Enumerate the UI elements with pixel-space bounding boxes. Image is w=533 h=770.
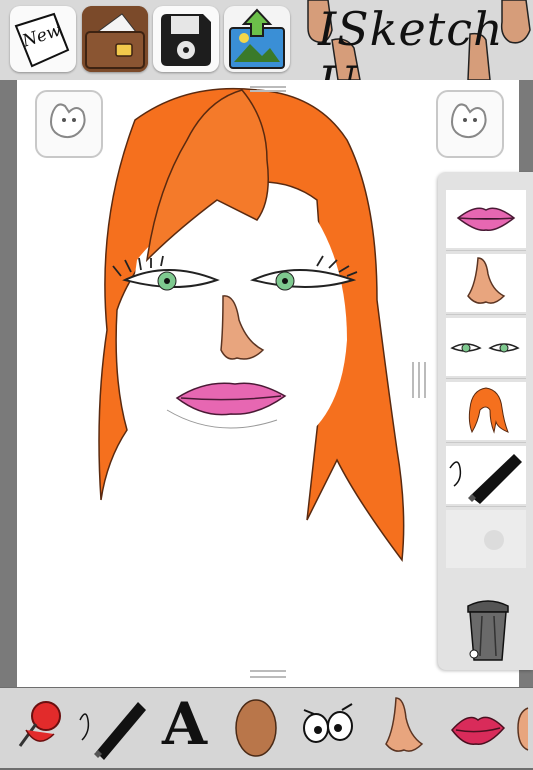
lips-icon: [451, 716, 506, 745]
palette-item-lips[interactable]: [446, 190, 526, 248]
palette-item-eyes[interactable]: [446, 318, 526, 376]
ear-icon: [517, 707, 529, 751]
side-grip-line: [424, 362, 426, 398]
export-button[interactable]: [224, 6, 290, 72]
eyes-icon: [450, 343, 520, 353]
lips-icon: [456, 207, 516, 231]
side-grip[interactable]: [412, 362, 414, 398]
save-button[interactable]: [153, 6, 219, 72]
palette-divider: [446, 250, 526, 251]
nose-tool-button[interactable]: [372, 690, 432, 766]
nose-icon: [385, 697, 424, 752]
empty-slot-icon: [484, 530, 504, 550]
open-button[interactable]: [82, 6, 148, 72]
text-tool-button[interactable]: A: [156, 690, 216, 766]
palette-divider: [446, 378, 526, 379]
trash-button[interactable]: [458, 592, 518, 664]
left-click-button[interactable]: [35, 90, 103, 158]
face-shape-tool-button[interactable]: [228, 690, 284, 766]
parts-palette: [438, 172, 533, 670]
pushpin-icon: [18, 701, 61, 747]
palette-item-nose[interactable]: [446, 254, 526, 312]
hair-icon: [468, 387, 509, 434]
palette-divider: [446, 442, 526, 443]
bottom-grip-line: [250, 676, 286, 678]
marker-icon: [449, 454, 522, 504]
lips-tool-button[interactable]: [446, 690, 508, 766]
palette-item-empty[interactable]: [446, 510, 526, 568]
left-edge: [0, 80, 17, 687]
wallet-icon: [82, 6, 148, 72]
side-grip-line: [418, 362, 420, 398]
bottom-grip[interactable]: [250, 670, 286, 672]
floppy-disk-icon: [161, 14, 211, 66]
face-shape-icon: [235, 699, 277, 757]
palette-item-hair[interactable]: [446, 382, 526, 440]
marker-tool-button[interactable]: [74, 690, 150, 766]
top-grip[interactable]: [250, 86, 286, 88]
trash-can-icon: [467, 600, 509, 661]
mouse-icon: [49, 103, 86, 139]
eyes-icon: [303, 703, 353, 743]
marker-icon: [79, 702, 146, 760]
new-button[interactable]: New: [10, 6, 76, 72]
top-toolbar: New ISketch U: [0, 0, 533, 110]
right-click-button[interactable]: [436, 90, 504, 158]
pin-tool-button[interactable]: [8, 690, 70, 766]
palette-divider: [446, 506, 526, 507]
palette-item-marker[interactable]: [446, 446, 526, 504]
ear-tool-button[interactable]: [514, 690, 533, 766]
top-grip-line: [250, 90, 286, 92]
nose-icon: [467, 257, 506, 304]
mouse-icon: [450, 103, 487, 139]
eyes-tool-button[interactable]: [296, 690, 360, 766]
photo-export-icon: [229, 8, 285, 69]
text-icon: A: [162, 690, 208, 758]
palette-divider: [446, 314, 526, 315]
